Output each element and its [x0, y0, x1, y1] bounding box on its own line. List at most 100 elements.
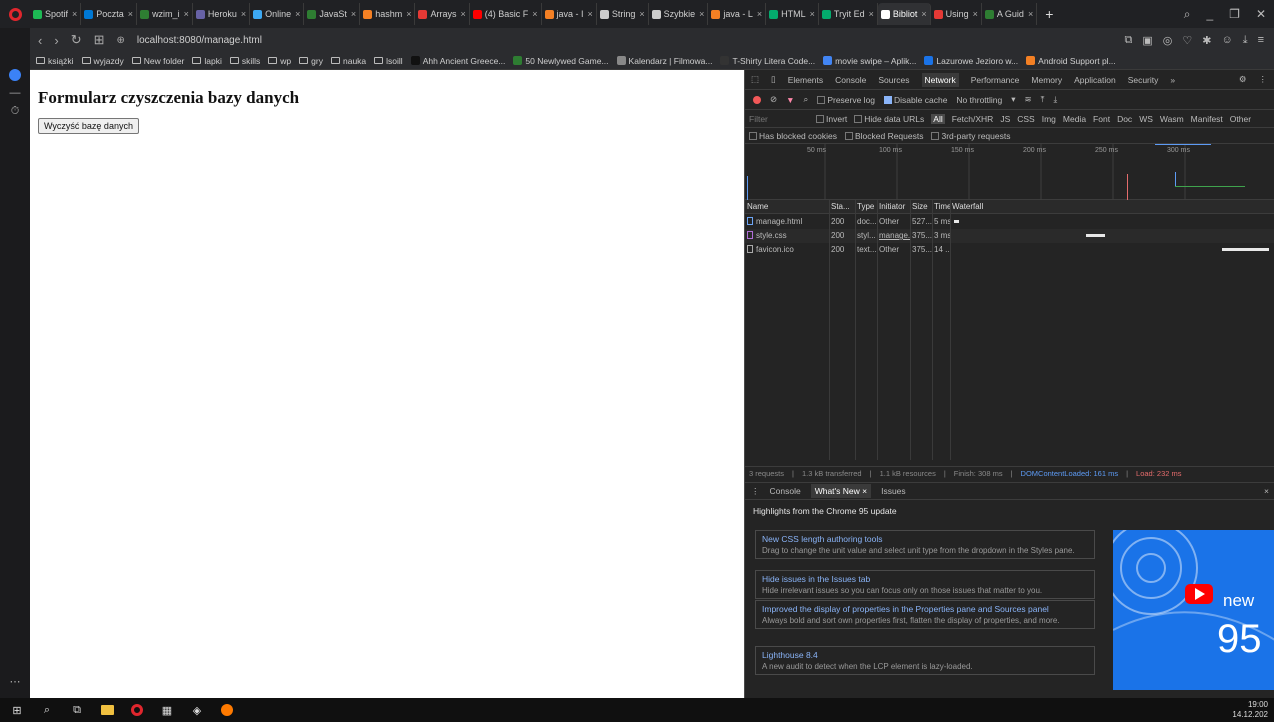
- bookmark-item[interactable]: wp: [268, 56, 291, 66]
- devtools-tab[interactable]: Network: [921, 72, 959, 87]
- forward-icon[interactable]: ›: [54, 33, 58, 48]
- browser-tab[interactable]: hashm ×: [360, 3, 416, 25]
- browser-tab[interactable]: java - I ×: [542, 3, 597, 25]
- filter-checkbox[interactable]: Blocked Requests: [844, 131, 923, 141]
- browser-tab[interactable]: Arrays ×: [415, 3, 470, 25]
- bookmark-item[interactable]: Lazurowe Jezioro w...: [924, 56, 1018, 66]
- snapshot-icon[interactable]: ▣: [1142, 34, 1152, 47]
- easy-setup-icon[interactable]: ≡: [1258, 34, 1264, 47]
- close-drawer-icon[interactable]: ×: [1264, 486, 1274, 496]
- account-icon[interactable]: ☺: [1221, 34, 1232, 47]
- devtools-tab[interactable]: »: [1170, 75, 1175, 85]
- new-tab-button[interactable]: +: [1037, 6, 1061, 22]
- filter-type-button[interactable]: JS: [1000, 114, 1010, 124]
- preserve-log-checkbox[interactable]: Preserve log: [817, 95, 875, 105]
- tab-close-icon[interactable]: ×: [699, 9, 704, 19]
- bookmark-item[interactable]: Ahh Ancient Greece...: [410, 56, 505, 66]
- devtools-menu-icon[interactable]: ⋮: [1259, 74, 1274, 85]
- devtools-settings-icon[interactable]: ⚙: [1239, 74, 1247, 85]
- whats-new-card[interactable]: Improved the display of properties in th…: [755, 600, 1095, 629]
- devtools-tab[interactable]: Security: [1128, 75, 1159, 85]
- request-row[interactable]: manage.html 200 doc... Other 527... 5 ms: [745, 215, 1274, 229]
- filter-type-button[interactable]: Other: [1230, 114, 1251, 124]
- site-info-icon[interactable]: ⊕: [117, 35, 125, 46]
- filter-checkbox[interactable]: 3rd-party requests: [931, 131, 1010, 141]
- tab-close-icon[interactable]: ×: [295, 9, 300, 19]
- clear-icon[interactable]: ⊘: [770, 94, 777, 105]
- bookmark-item[interactable]: lapki: [192, 56, 222, 66]
- tab-close-icon[interactable]: ×: [184, 9, 189, 19]
- browser-tab[interactable]: String ×: [597, 3, 649, 25]
- tab-close-icon[interactable]: ×: [973, 9, 978, 19]
- browser-tab[interactable]: HTML ×: [766, 3, 819, 25]
- column-header[interactable]: Name: [745, 200, 829, 214]
- heart-icon[interactable]: ♡: [1182, 34, 1192, 47]
- filter-option-checkbox[interactable]: Hide data URLs: [854, 114, 924, 124]
- tab-close-icon[interactable]: ×: [588, 9, 593, 19]
- close-window-icon[interactable]: ✕: [1256, 7, 1266, 22]
- disable-cache-checkbox[interactable]: Disable cache: [884, 95, 947, 105]
- download-icon[interactable]: ⤓: [1243, 34, 1248, 47]
- minimize-icon[interactable]: _: [1206, 7, 1213, 22]
- filter-type-button[interactable]: Doc: [1117, 114, 1132, 124]
- app-icon[interactable]: [220, 703, 234, 717]
- devtools-tab[interactable]: Elements: [788, 75, 823, 85]
- column-header[interactable]: Initiator: [877, 200, 910, 214]
- devtools-tab[interactable]: Sources: [878, 75, 909, 85]
- filter-type-button[interactable]: Manifest: [1191, 114, 1223, 124]
- devtools-tab[interactable]: Console: [835, 75, 866, 85]
- bookmark-item[interactable]: T-Shirty Litera Code...: [720, 56, 815, 66]
- tab-close-icon[interactable]: ×: [810, 9, 815, 19]
- browser-tab[interactable]: Poczta ×: [81, 3, 138, 25]
- record-icon[interactable]: [753, 95, 761, 104]
- request-row[interactable]: style.css 200 styl...manage...375...3 ms: [745, 229, 1274, 243]
- tab-close-icon[interactable]: ×: [460, 9, 465, 19]
- tab-close-icon[interactable]: ×: [72, 9, 77, 19]
- drawer-tab[interactable]: Console: [770, 486, 801, 496]
- taskbar-search-icon[interactable]: ⌕: [40, 703, 54, 717]
- history-icon[interactable]: ⏱: [0, 102, 30, 120]
- tab-close-icon[interactable]: ×: [351, 9, 356, 19]
- maximize-icon[interactable]: ❐: [1229, 7, 1240, 22]
- bookmark-item[interactable]: gry: [299, 56, 323, 66]
- column-header[interactable]: Type: [855, 200, 877, 214]
- search-icon[interactable]: ⌕: [804, 94, 809, 105]
- browser-tab[interactable]: Spotif ×: [30, 3, 82, 25]
- back-icon[interactable]: ‹: [38, 33, 42, 48]
- vpn-icon[interactable]: ◎: [1163, 34, 1173, 47]
- browser-tab[interactable]: (4) Basic F ×: [470, 3, 542, 25]
- bookmark-item[interactable]: Android Support pl...: [1026, 56, 1116, 66]
- filter-type-button[interactable]: CSS: [1017, 114, 1034, 124]
- inspect-element-icon[interactable]: ⬚: [751, 74, 759, 85]
- opera-taskbar-icon[interactable]: [130, 703, 144, 717]
- bookmark-item[interactable]: Kalendarz | Filmowa...: [616, 56, 712, 66]
- browser-tab[interactable]: Using ×: [931, 3, 982, 25]
- tab-close-icon[interactable]: ×: [128, 9, 133, 19]
- drawer-tab[interactable]: What's New ×: [810, 484, 872, 498]
- column-header[interactable]: Sta...: [829, 200, 855, 214]
- browser-tab[interactable]: JavaSt ×: [304, 3, 361, 25]
- column-header[interactable]: Time: [932, 200, 950, 214]
- bookmark-item[interactable]: nauka: [330, 56, 366, 66]
- filter-type-button[interactable]: Font: [1093, 114, 1110, 124]
- extension-icon[interactable]: ✱: [1202, 34, 1211, 47]
- export-har-icon[interactable]: ⤓: [1053, 94, 1057, 105]
- request-row[interactable]: favicon.ico 200 text...Other 375...14 ...: [745, 243, 1274, 257]
- task-view-icon[interactable]: ⧉: [70, 703, 84, 717]
- import-har-icon[interactable]: ⤒: [1041, 94, 1045, 105]
- messenger-icon[interactable]: [0, 66, 30, 84]
- filter-type-button[interactable]: Img: [1042, 114, 1056, 124]
- tab-close-icon[interactable]: ×: [921, 9, 926, 19]
- sidebar-more-icon[interactable]: ⋯: [0, 672, 30, 690]
- whats-new-card[interactable]: New CSS length authoring tools Drag to ch…: [755, 530, 1095, 559]
- drawer-menu-icon[interactable]: ⋮: [751, 486, 760, 497]
- clear-database-button[interactable]: Wyczyść bazę danych: [38, 118, 139, 134]
- column-header[interactable]: Size: [910, 200, 932, 214]
- tab-close-icon[interactable]: ×: [869, 9, 874, 19]
- browser-tab[interactable]: java - L ×: [708, 3, 767, 25]
- tab-close-icon[interactable]: ×: [532, 9, 537, 19]
- browser-tab[interactable]: Tryit Ed ×: [819, 3, 878, 25]
- browser-tab[interactable]: Szybkie ×: [649, 3, 709, 25]
- search-tabs-icon[interactable]: ⌕: [1184, 7, 1191, 22]
- bookmark-item[interactable]: New folder: [131, 56, 184, 66]
